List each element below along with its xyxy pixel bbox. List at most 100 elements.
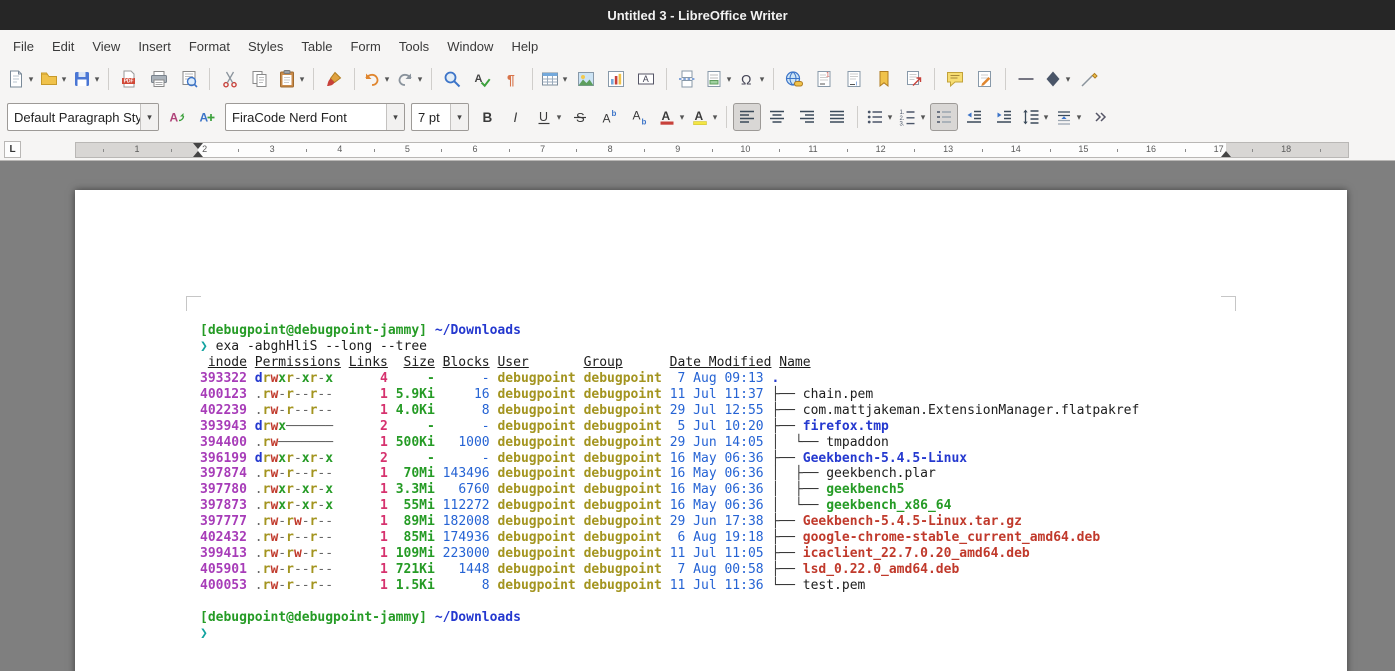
toolbar-overflow-button[interactable] bbox=[1086, 103, 1114, 131]
insert-textbox-button[interactable]: A bbox=[632, 65, 660, 93]
superscript-button[interactable]: Ab bbox=[596, 103, 624, 131]
cut-button[interactable] bbox=[216, 65, 244, 93]
print-button[interactable] bbox=[145, 65, 173, 93]
insert-special-character-button[interactable]: Ω▾ bbox=[736, 65, 767, 93]
menu-styles[interactable]: Styles bbox=[239, 33, 292, 60]
ordered-list-button[interactable]: 1.2.3.▾ bbox=[897, 103, 928, 131]
strikethrough-button[interactable]: S bbox=[566, 103, 594, 131]
dropdown-arrow-icon[interactable]: ▾ bbox=[561, 74, 569, 85]
paste-button[interactable]: ▾ bbox=[276, 65, 307, 93]
export-pdf-button[interactable]: PDF bbox=[115, 65, 143, 93]
dropdown-arrow-icon[interactable]: ▾ bbox=[60, 74, 68, 85]
dropdown-arrow-icon[interactable]: ▾ bbox=[1075, 112, 1083, 123]
dropdown-arrow-icon[interactable]: ▾ bbox=[711, 112, 719, 123]
dropdown-arrow-icon[interactable]: ▾ bbox=[93, 74, 101, 85]
insert-cross-reference-button[interactable] bbox=[900, 65, 928, 93]
align-right-button[interactable] bbox=[793, 103, 821, 131]
first-line-indent-marker[interactable] bbox=[193, 143, 203, 149]
insert-comment-button[interactable] bbox=[941, 65, 969, 93]
align-left-button[interactable] bbox=[733, 103, 761, 131]
dropdown-arrow-icon[interactable]: ▾ bbox=[298, 74, 306, 85]
horizontal-ruler[interactable]: 123456789101112131415161718 bbox=[75, 142, 1349, 158]
chevron-down-icon[interactable]: ▾ bbox=[450, 104, 468, 130]
tab-stop-selector[interactable]: L bbox=[4, 141, 21, 158]
titlebar[interactable]: Untitled 3 - LibreOffice Writer bbox=[0, 0, 1395, 30]
paragraph-spacing-button[interactable]: ▾ bbox=[1053, 103, 1084, 131]
dropdown-arrow-icon[interactable]: ▾ bbox=[1042, 112, 1050, 123]
underline-button[interactable]: U▾ bbox=[533, 103, 564, 131]
new-document-button[interactable]: ▾ bbox=[5, 65, 36, 93]
insert-endnote-button[interactable]: i bbox=[840, 65, 868, 93]
terminal-line: [debugpoint@debugpoint-jammy] ~/Download… bbox=[200, 610, 1139, 626]
bold-button[interactable]: B bbox=[473, 103, 501, 131]
document-area[interactable]: [debugpoint@debugpoint-jammy] ~/Download… bbox=[0, 161, 1395, 671]
italic-button[interactable]: I bbox=[503, 103, 531, 131]
insert-bookmark-button[interactable] bbox=[870, 65, 898, 93]
menu-window[interactable]: Window bbox=[438, 33, 502, 60]
highlighting-color-button[interactable]: A▾ bbox=[689, 103, 720, 131]
print-preview-button[interactable] bbox=[175, 65, 203, 93]
find-and-replace-button[interactable] bbox=[438, 65, 466, 93]
menu-insert[interactable]: Insert bbox=[129, 33, 180, 60]
insert-chart-button[interactable] bbox=[602, 65, 630, 93]
increase-indent-button[interactable] bbox=[990, 103, 1018, 131]
track-changes-button[interactable] bbox=[971, 65, 999, 93]
insert-line-button[interactable] bbox=[1075, 65, 1103, 93]
font-size-combo[interactable]: 7 pt▾ bbox=[411, 103, 469, 131]
menu-table[interactable]: Table bbox=[292, 33, 341, 60]
new-style-button[interactable]: A bbox=[193, 103, 221, 131]
left-indent-marker[interactable] bbox=[193, 151, 203, 157]
document-text[interactable]: [debugpoint@debugpoint-jammy] ~/Download… bbox=[200, 323, 1139, 642]
paragraph-style-combo[interactable]: Default Paragraph Style▾ bbox=[7, 103, 159, 131]
redo-button[interactable]: ▾ bbox=[394, 65, 425, 93]
insert-horizontal-line-button[interactable] bbox=[1012, 65, 1040, 93]
menu-form[interactable]: Form bbox=[341, 33, 389, 60]
dropdown-arrow-icon[interactable]: ▾ bbox=[1064, 74, 1072, 85]
spelling-button[interactable]: A bbox=[468, 65, 496, 93]
dropdown-arrow-icon[interactable]: ▾ bbox=[555, 112, 563, 123]
basic-shapes-button[interactable]: ▾ bbox=[1042, 65, 1073, 93]
font-name-combo[interactable]: FiraCode Nerd Font▾ bbox=[225, 103, 405, 131]
line-spacing-button[interactable]: ▾ bbox=[1020, 103, 1051, 131]
open-file-button[interactable]: ▾ bbox=[38, 65, 69, 93]
align-justify-button[interactable] bbox=[823, 103, 851, 131]
insert-image-button[interactable] bbox=[572, 65, 600, 93]
clone-formatting-button[interactable] bbox=[320, 65, 348, 93]
dropdown-arrow-icon[interactable]: ▾ bbox=[758, 74, 766, 85]
menu-view[interactable]: View bbox=[83, 33, 129, 60]
no-list-button[interactable] bbox=[930, 103, 958, 131]
subscript-button[interactable]: Ab bbox=[626, 103, 654, 131]
pdf-icon: PDF bbox=[119, 69, 139, 89]
dropdown-arrow-icon[interactable]: ▾ bbox=[725, 74, 733, 85]
insert-page-break-button[interactable] bbox=[673, 65, 701, 93]
chevron-down-icon[interactable]: ▾ bbox=[140, 104, 158, 130]
dropdown-arrow-icon[interactable]: ▾ bbox=[919, 112, 927, 123]
menu-tools[interactable]: Tools bbox=[390, 33, 438, 60]
menu-file[interactable]: File bbox=[4, 33, 43, 60]
font-color-button[interactable]: A▾ bbox=[656, 103, 687, 131]
page[interactable]: [debugpoint@debugpoint-jammy] ~/Download… bbox=[75, 190, 1347, 671]
menu-help[interactable]: Help bbox=[502, 33, 547, 60]
dropdown-arrow-icon[interactable]: ▾ bbox=[27, 74, 35, 85]
chevron-down-icon[interactable]: ▾ bbox=[386, 104, 404, 130]
update-style-button[interactable]: A bbox=[163, 103, 191, 131]
copy-button[interactable] bbox=[246, 65, 274, 93]
insert-footnote-button[interactable]: 1 bbox=[810, 65, 838, 93]
unordered-list-button[interactable]: ▾ bbox=[864, 103, 895, 131]
align-center-button[interactable] bbox=[763, 103, 791, 131]
menu-format[interactable]: Format bbox=[180, 33, 239, 60]
dropdown-arrow-icon[interactable]: ▾ bbox=[886, 112, 894, 123]
undo-button[interactable]: ▾ bbox=[361, 65, 392, 93]
decrease-indent-button[interactable] bbox=[960, 103, 988, 131]
menu-edit[interactable]: Edit bbox=[43, 33, 83, 60]
dropdown-arrow-icon[interactable]: ▾ bbox=[678, 112, 686, 123]
dropdown-arrow-icon[interactable]: ▾ bbox=[383, 74, 391, 85]
insert-field-button[interactable]: ▾ bbox=[703, 65, 734, 93]
insert-hyperlink-button[interactable] bbox=[780, 65, 808, 93]
formatting-marks-button[interactable]: ¶ bbox=[498, 65, 526, 93]
ruler-number: 11 bbox=[804, 144, 822, 154]
right-indent-marker[interactable] bbox=[1221, 151, 1231, 157]
insert-table-button[interactable]: ▾ bbox=[539, 65, 570, 93]
dropdown-arrow-icon[interactable]: ▾ bbox=[416, 74, 424, 85]
save-button[interactable]: ▾ bbox=[71, 65, 102, 93]
